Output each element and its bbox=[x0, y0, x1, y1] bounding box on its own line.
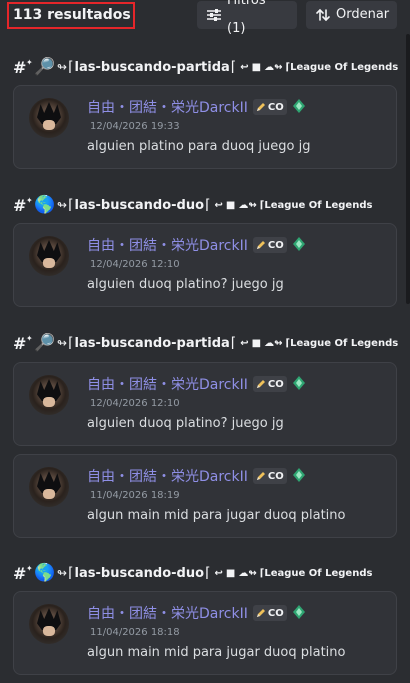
sparkle-icon: ✦ bbox=[26, 195, 33, 205]
author-name[interactable]: 自由・团結・栄光DarckII bbox=[87, 603, 248, 623]
results-count: 113 resultados bbox=[7, 2, 135, 29]
channel-emoji: 🔎 bbox=[34, 57, 56, 77]
search-results-header: 113 resultados Filtros (1) Ordenar bbox=[0, 0, 410, 36]
pencil-icon bbox=[256, 380, 265, 388]
channel-decor: ↩ ■ ☁↬ ⌈ bbox=[214, 199, 265, 211]
green-gem-icon bbox=[292, 604, 306, 623]
bracket-icon: ⌈ bbox=[68, 59, 74, 75]
channel-header[interactable]: # ✦ 🔎 ↬ ⌈ las-buscando-partida ⌈ ↩ ■ ☁↬ ⌈ L… bbox=[13, 332, 398, 354]
channel-header[interactable]: # ✦ 🔎 ↬ ⌈ las-buscando-partida ⌈ ↩ ■ ☁↬ ⌈ L… bbox=[13, 56, 398, 78]
bracket-icon: ⌈ bbox=[230, 59, 237, 75]
channel-category: League Of Legends bbox=[264, 199, 373, 211]
filters-button[interactable]: Filtros (1) bbox=[197, 0, 297, 36]
results-list[interactable]: # ✦ 🔎 ↬ ⌈ las-buscando-partida ⌈ ↩ ■ ☁↬ ⌈ L… bbox=[0, 34, 406, 683]
guild-tag: CO bbox=[267, 378, 284, 390]
guild-tag: CO bbox=[267, 470, 284, 482]
guild-tag-badge[interactable]: CO bbox=[252, 468, 287, 484]
channel-name: las-buscando-partida bbox=[74, 335, 230, 351]
channel-header[interactable]: # ✦ 🌎 ↬ ⌈ las-buscando-duo ⌈ ↩ ■ ☁↬ ⌈ Leagu… bbox=[13, 194, 372, 216]
message-timestamp: 11/04/2026 18:19 bbox=[90, 490, 180, 501]
guild-tag-badge[interactable]: CO bbox=[252, 376, 287, 392]
message-timestamp: 12/04/2026 12:10 bbox=[90, 398, 180, 409]
bracket-icon: ⌈ bbox=[68, 197, 74, 213]
guild-tag-badge[interactable]: CO bbox=[252, 99, 287, 115]
green-gem-icon bbox=[292, 375, 306, 394]
channel-decor: ↩ ■ ☁↬ ⌈ bbox=[240, 61, 291, 73]
pencil-icon bbox=[256, 241, 265, 249]
scrollbar-thumb[interactable] bbox=[406, 34, 410, 304]
message-card[interactable]: 自由・团結・栄光DarckII CO 12/04/2026 12:10 algu… bbox=[13, 362, 397, 446]
pencil-icon bbox=[256, 103, 265, 111]
message-card[interactable]: 自由・团結・栄光DarckII CO 11/04/2026 18:19 algu… bbox=[13, 454, 397, 538]
guild-tag: CO bbox=[267, 607, 284, 619]
channel-name: las-buscando-duo bbox=[74, 565, 205, 581]
message-card[interactable]: 自由・团結・栄光DarckII CO 11/04/2026 18:18 algu… bbox=[13, 591, 397, 675]
message-timestamp: 11/04/2026 18:18 bbox=[90, 627, 180, 638]
author-row: 自由・团結・栄光DarckII CO bbox=[87, 374, 306, 394]
sparkle-icon: ✦ bbox=[26, 563, 33, 573]
bracket-icon: ⌈ bbox=[230, 335, 237, 351]
author-row: 自由・团結・栄光DarckII CO bbox=[87, 466, 306, 486]
channel-name: las-buscando-duo bbox=[74, 197, 205, 213]
guild-tag-badge[interactable]: CO bbox=[252, 605, 287, 621]
channel-emoji: 🌎 bbox=[34, 563, 56, 583]
message-text: algun main mid para jugar duoq platino bbox=[87, 645, 346, 660]
sort-label: Ordenar bbox=[336, 7, 390, 22]
bracket-icon: ⌈ bbox=[68, 335, 74, 351]
avatar[interactable] bbox=[29, 375, 69, 415]
author-name[interactable]: 自由・团結・栄光DarckII bbox=[87, 466, 248, 486]
message-card[interactable]: 自由・团結・栄光DarckII CO 12/04/2026 19:33 algu… bbox=[13, 85, 397, 169]
green-gem-icon bbox=[292, 467, 306, 486]
message-timestamp: 12/04/2026 12:10 bbox=[90, 259, 180, 270]
guild-tag: CO bbox=[267, 239, 284, 251]
channel-header[interactable]: # ✦ 🌎 ↬ ⌈ las-buscando-duo ⌈ ↩ ■ ☁↬ ⌈ Leagu… bbox=[13, 562, 372, 584]
hook-arrow-icon: ↬ bbox=[57, 336, 68, 350]
pencil-icon bbox=[256, 472, 265, 480]
author-name[interactable]: 自由・团結・栄光DarckII bbox=[87, 374, 248, 394]
hook-arrow-icon: ↬ bbox=[57, 566, 68, 580]
avatar[interactable] bbox=[29, 604, 69, 644]
message-timestamp: 12/04/2026 19:33 bbox=[90, 121, 180, 132]
channel-name: las-buscando-partida bbox=[74, 59, 230, 75]
message-text: alguien platino para duoq juego jg bbox=[87, 139, 311, 154]
hook-arrow-icon: ↬ bbox=[57, 198, 68, 212]
message-text: algun main mid para jugar duoq platino bbox=[87, 508, 346, 523]
message-card[interactable]: 自由・团結・栄光DarckII CO 12/04/2026 12:10 algu… bbox=[13, 223, 397, 307]
guild-tag-badge[interactable]: CO bbox=[252, 237, 287, 253]
sort-button[interactable]: Ordenar bbox=[306, 1, 397, 29]
message-text: alguien duoq platino? juego jg bbox=[87, 416, 284, 431]
author-name[interactable]: 自由・团結・栄光DarckII bbox=[87, 235, 248, 255]
pencil-icon bbox=[256, 609, 265, 617]
channel-category: League Of Legends bbox=[264, 567, 373, 579]
bracket-icon: ⌈ bbox=[205, 197, 211, 213]
channel-category: League Of Legends bbox=[290, 337, 399, 349]
sliders-icon bbox=[207, 9, 221, 21]
avatar[interactable] bbox=[29, 467, 69, 507]
avatar[interactable] bbox=[29, 98, 69, 138]
author-row: 自由・团結・栄光DarckII CO bbox=[87, 97, 306, 117]
channel-decor: ↩ ■ ☁↬ ⌈ bbox=[214, 567, 265, 579]
bracket-icon: ⌈ bbox=[205, 565, 211, 581]
guild-tag: CO bbox=[267, 101, 284, 113]
channel-category: League Of Legends bbox=[290, 61, 399, 73]
message-text: alguien duoq platino? juego jg bbox=[87, 277, 284, 292]
channel-decor: ↩ ■ ☁↬ ⌈ bbox=[240, 337, 291, 349]
sparkle-icon: ✦ bbox=[26, 57, 33, 67]
channel-emoji: 🌎 bbox=[34, 195, 56, 215]
author-name[interactable]: 自由・团結・栄光DarckII bbox=[87, 97, 248, 117]
author-row: 自由・团結・栄光DarckII CO bbox=[87, 603, 306, 623]
channel-emoji: 🔎 bbox=[34, 333, 56, 353]
sort-arrows-icon bbox=[316, 8, 330, 22]
sparkle-icon: ✦ bbox=[26, 333, 33, 343]
green-gem-icon bbox=[292, 98, 306, 117]
author-row: 自由・团結・栄光DarckII CO bbox=[87, 235, 306, 255]
hook-arrow-icon: ↬ bbox=[57, 60, 68, 74]
green-gem-icon bbox=[292, 236, 306, 255]
avatar[interactable] bbox=[29, 236, 69, 276]
bracket-icon: ⌈ bbox=[68, 565, 74, 581]
